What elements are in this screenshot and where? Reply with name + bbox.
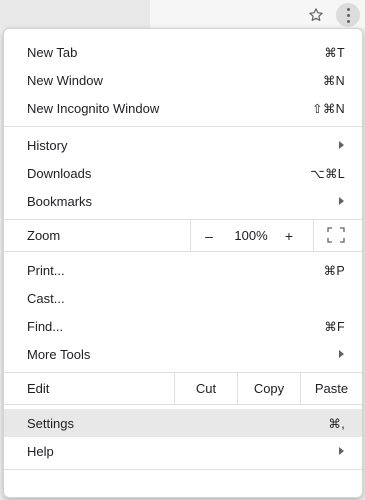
fullscreen-button[interactable] <box>327 227 345 243</box>
paste-button[interactable]: Paste <box>300 373 362 404</box>
zoom-level-value: 100% <box>234 228 268 243</box>
menu-item-label: History <box>27 137 68 153</box>
menu-item-shortcut: ⌘F <box>324 319 345 334</box>
menu-item-downloads[interactable]: Downloads ⌥⌘L <box>4 159 362 187</box>
menu-item-settings[interactable]: Settings ⌘, <box>4 409 362 437</box>
menu-item-history[interactable]: History <box>4 131 362 159</box>
menu-row-edit: Edit Cut Copy Paste <box>4 373 362 404</box>
menu-item-shortcut: ⌥⌘L <box>310 166 345 181</box>
menu-item-shortcut: ⌘N <box>322 73 345 88</box>
submenu-arrow-icon <box>339 141 344 149</box>
browser-toolbar <box>0 0 365 28</box>
menu-separator <box>4 251 362 252</box>
menu-item-label: New Incognito Window <box>27 100 160 116</box>
menu-item-label: New Window <box>27 72 103 88</box>
toolbar-background <box>0 0 150 28</box>
menu-item-label: New Tab <box>27 44 78 60</box>
submenu-arrow-icon <box>339 350 344 358</box>
chrome-app-menu: New Tab ⌘T New Window ⌘N New Incognito W… <box>3 28 363 498</box>
menu-item-bookmarks[interactable]: Bookmarks <box>4 187 362 215</box>
submenu-arrow-icon <box>339 197 344 205</box>
chrome-menu-button[interactable] <box>336 3 360 27</box>
menu-item-shortcut: ⇧⌘N <box>312 101 345 116</box>
menu-item-label: Cast... <box>27 290 65 306</box>
menu-separator <box>4 469 362 470</box>
menu-separator <box>4 126 362 127</box>
menu-item-more-tools[interactable]: More Tools <box>4 340 362 368</box>
submenu-arrow-icon <box>339 447 344 455</box>
edit-controls: Cut Copy Paste <box>174 373 362 404</box>
fullscreen-icon <box>327 227 345 243</box>
menu-row-zoom: Zoom – 100% + <box>4 220 362 251</box>
menu-item-label: Help <box>27 443 54 459</box>
zoom-out-button[interactable]: – <box>201 228 217 244</box>
cut-button[interactable]: Cut <box>174 373 237 404</box>
menu-item-label: Find... <box>27 318 64 334</box>
zoom-divider <box>313 220 314 251</box>
bookmark-star-button[interactable] <box>305 4 327 26</box>
star-icon <box>309 8 323 21</box>
menu-item-find[interactable]: Find... ⌘F <box>4 312 362 340</box>
kebab-menu-icon <box>346 6 350 24</box>
menu-item-cast[interactable]: Cast... <box>4 284 362 312</box>
menu-item-shortcut: ⌘, <box>328 416 345 431</box>
menu-item-label: Bookmarks <box>27 193 93 209</box>
menu-item-help[interactable]: Help <box>4 437 362 465</box>
menu-item-new-incognito-window[interactable]: New Incognito Window ⇧⌘N <box>4 94 362 122</box>
menu-item-label: More Tools <box>27 346 91 362</box>
menu-item-label: Settings <box>27 415 74 431</box>
zoom-in-button[interactable]: + <box>281 228 297 244</box>
menu-separator <box>4 404 362 405</box>
menu-item-new-tab[interactable]: New Tab ⌘T <box>4 38 362 66</box>
menu-item-print[interactable]: Print... ⌘P <box>4 256 362 284</box>
menu-item-label: Print... <box>27 262 65 278</box>
menu-item-shortcut: ⌘P <box>323 263 345 278</box>
menu-item-shortcut: ⌘T <box>324 45 345 60</box>
copy-button[interactable]: Copy <box>237 373 300 404</box>
zoom-controls: – 100% + <box>190 220 362 251</box>
menu-item-new-window[interactable]: New Window ⌘N <box>4 66 362 94</box>
menu-item-label: Downloads <box>27 165 92 181</box>
